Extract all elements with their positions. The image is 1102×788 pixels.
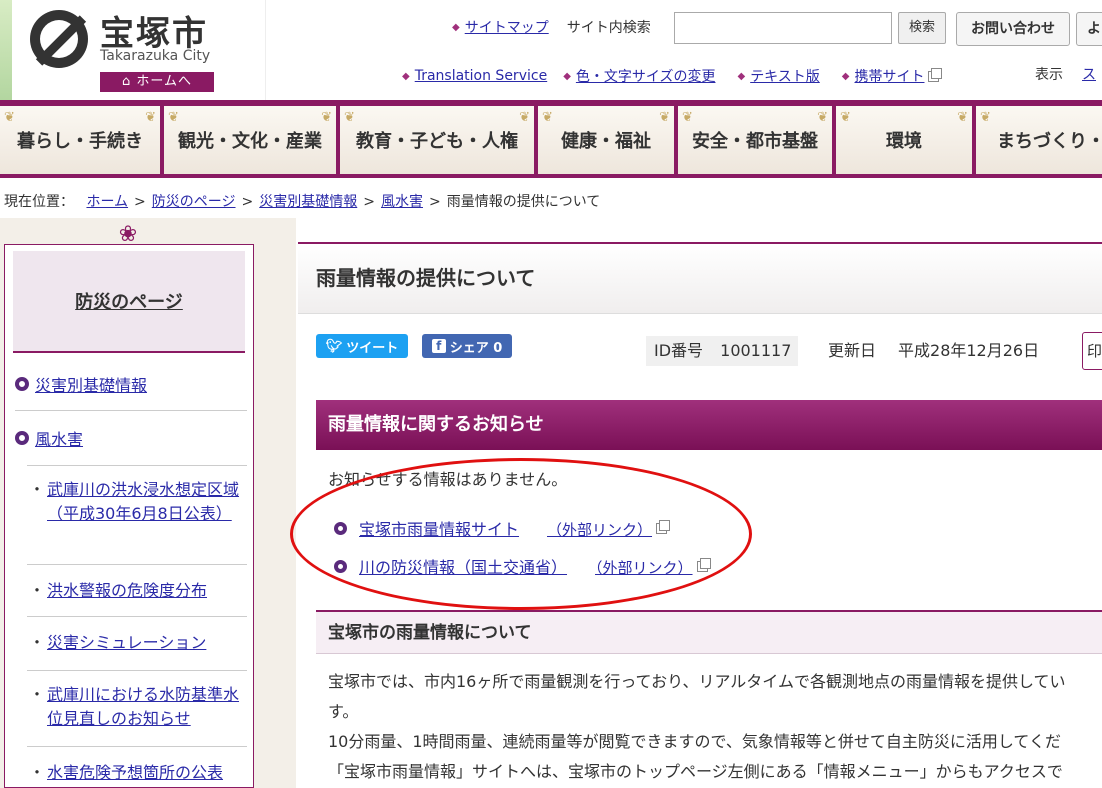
rain-site-link[interactable]: 宝塚市雨量情報サイト （外部リンク） [359, 516, 652, 540]
breadcrumb-flood[interactable]: 風水害 [381, 194, 423, 210]
logo-english-name: Takarazuka City [100, 48, 211, 64]
sidebar-nav: 防災のページ 災害別基礎情報 風水害 武庫川の洪水浸水想定区域（平成30年6月8… [4, 244, 254, 788]
sidebar-item-label[interactable]: 災害別基礎情報 [35, 372, 147, 396]
print-button[interactable]: 印 [1082, 332, 1102, 370]
external-link-icon [928, 67, 943, 82]
breadcrumb-prefix: 現在位置： [4, 194, 74, 210]
ring-bullet-icon [15, 431, 29, 445]
sidebar-subitem-label[interactable]: 災害シミュレーション [47, 633, 206, 652]
section-heading-notices: 雨量情報に関するお知らせ [316, 400, 1102, 450]
gnav-item-tourism[interactable]: 観光・文化・産業 [164, 106, 336, 174]
sidebar-title-link[interactable]: 防災のページ [75, 288, 183, 314]
ring-bullet-icon [334, 521, 347, 535]
site-logo[interactable]: 宝塚市 Takarazuka City ⌂ ホームへ [0, 0, 266, 100]
breadcrumb-separator: > [363, 194, 375, 210]
gnav-item-safety[interactable]: 安全・都市基盤 [678, 106, 832, 174]
display-option-link[interactable]: ス [1082, 60, 1096, 90]
updated-label: 更新日 [828, 341, 877, 360]
diamond-bullet-icon: ◆ [841, 70, 850, 82]
tweet-label: ツイート [346, 340, 399, 356]
global-nav: 暮らし・手続き 観光・文化・産業 教育・子ども・人権 健康・福祉 安全・都市基盤… [0, 100, 1102, 178]
id-value: 1001117 [720, 341, 792, 360]
gnav-item-health[interactable]: 健康・福祉 [538, 106, 674, 174]
sidebar-title: 防災のページ [13, 251, 245, 353]
sidebar-item-disaster-basics[interactable]: 災害別基礎情報 [15, 357, 247, 411]
breadcrumb-separator: > [241, 194, 254, 210]
sidebar-subitem-hazard-areas[interactable]: 水害危険予想箇所の公表 [27, 747, 247, 788]
breadcrumb: 現在位置： ホーム > 防災のページ > 災害別基礎情報 > 風水害 > 雨量情報の提供について [4, 191, 600, 211]
link-river-info[interactable]: 川の防災情報（国土交通省） （外部リンク） [334, 554, 711, 578]
facebook-icon: f [431, 339, 446, 353]
header-decoration [0, 0, 12, 100]
contact-button[interactable]: お問い合わせ [956, 12, 1070, 46]
sidebar-subitem-label[interactable]: 武庫川における水防基準水位見直しのお知らせ [47, 685, 239, 728]
body-paragraph-line: 10分雨量、1時間雨量、連続雨量等が閲覧できますので、気象情報等と併せて自主防災… [328, 732, 1061, 751]
util-text-version: ◆ テキスト版 [737, 66, 819, 86]
breadcrumb-home[interactable]: ホーム [86, 194, 128, 210]
breadcrumb-disaster-basics[interactable]: 災害別基礎情報 [259, 194, 357, 210]
util-translation: ◆ Translation Service [402, 68, 547, 84]
header-button-cutoff[interactable]: よ [1076, 12, 1102, 46]
gnav-item-urban[interactable]: まちづくり・ [976, 106, 1102, 174]
display-toggle-label: 表示 [1026, 60, 1072, 90]
breadcrumb-separator: > [134, 194, 146, 210]
body-paragraph-line: 宝塚市では、市内16ヶ所で雨量観測を行っており、リアルタイムで各観測地点の雨量情… [328, 672, 1066, 691]
body-paragraph-line: 「宝塚市雨量情報」サイトへは、宝塚市のトップページ左側にある「情報メニュー」から… [328, 762, 1063, 781]
gnav-item-education[interactable]: 教育・子ども・人権 [340, 106, 534, 174]
sidebar-subitem-water-level[interactable]: 武庫川における水防基準水位見直しのお知らせ [27, 671, 247, 747]
utility-links: ◆ Translation Service ◆ 色・文字サイズの変更 ◆ テキス… [402, 66, 943, 86]
breadcrumb-separator: > [428, 194, 441, 210]
diamond-bullet-icon: ◆ [737, 70, 746, 82]
search-button[interactable]: 検索 [898, 12, 946, 44]
tweet-button[interactable]: 🐦︎ ツイート [316, 334, 408, 358]
home-icon: ⌂ [121, 74, 137, 89]
link-rain-site[interactable]: 宝塚市雨量情報サイト （外部リンク） [334, 516, 671, 540]
share-label: シェア 0 [449, 340, 503, 356]
page-title: 雨量情報の提供について [298, 244, 1102, 314]
diamond-bullet-icon: ◆ [402, 70, 410, 82]
sidebar-item-label[interactable]: 風水害 [35, 426, 83, 450]
external-link-icon [656, 519, 671, 534]
sidebar-subitem-flood-warning[interactable]: 洪水警報の危険度分布 [27, 565, 247, 617]
sitemap-row: ◆ サイトマップ サイト内検索 [452, 17, 651, 37]
breadcrumb-current: 雨量情報の提供について [446, 194, 601, 210]
main-content: 雨量情報の提供について 🐦︎ ツイート f シェア 0 ID番号 1001117… [290, 242, 1102, 788]
sidebar-subitem-label[interactable]: 水害危険予想箇所の公表 [47, 763, 223, 782]
sitemap-link[interactable]: サイトマップ [465, 17, 549, 37]
home-button-label: ホームへ [136, 74, 192, 89]
util-mobile-site: ◆ 携帯サイト [841, 66, 943, 86]
text-version-link[interactable]: テキスト版 [750, 66, 820, 86]
section-heading-rain-info: 宝塚市の雨量情報について [316, 610, 1102, 654]
search-label: サイト内検索 [566, 20, 651, 36]
no-notice-text: お知らせする情報はありません。 [328, 470, 568, 489]
updated-value: 平成28年12月26日 [898, 341, 1040, 360]
ring-bullet-icon [334, 559, 347, 573]
diamond-bullet-icon: ◆ [563, 70, 571, 82]
util-color-font: ◆ 色・文字サイズの変更 [563, 66, 715, 86]
sidebar-subitem-mukogawa-flood[interactable]: 武庫川の洪水浸水想定区域（平成30年6月8日公表） [27, 465, 247, 565]
translation-link[interactable]: Translation Service [415, 68, 547, 84]
color-font-size-link[interactable]: 色・文字サイズの変更 [576, 66, 716, 86]
gnav-item-environment[interactable]: 環境 [836, 106, 972, 174]
sidebar-item-flood[interactable]: 風水害 [15, 411, 247, 465]
gnav-item-living[interactable]: 暮らし・手続き [0, 106, 160, 174]
sidebar-subitem-label[interactable]: 武庫川の洪水浸水想定区域（平成30年6月8日公表） [47, 480, 239, 523]
site-search-input[interactable] [674, 12, 892, 44]
id-label: ID番号 [654, 341, 704, 360]
body-paragraph-line: す。 [328, 702, 359, 721]
twitter-bird-icon: 🐦︎ [325, 338, 343, 354]
mobile-site-link[interactable]: 携帯サイト [854, 66, 924, 86]
sidebar-subitem-label[interactable]: 洪水警報の危険度分布 [47, 581, 207, 600]
facebook-share-button[interactable]: f シェア 0 [422, 334, 512, 358]
page-id-box: ID番号 1001117 [646, 336, 798, 366]
external-link-icon [696, 557, 711, 572]
home-button[interactable]: ⌂ ホームへ [100, 72, 214, 92]
river-info-link[interactable]: 川の防災情報（国土交通省） （外部リンク） [359, 554, 693, 578]
sidebar-subitem-simulation[interactable]: 災害シミュレーション [27, 617, 247, 671]
diamond-bullet-icon: ◆ [452, 21, 460, 33]
updated-date: 更新日 平成28年12月26日 [828, 336, 1039, 366]
ring-bullet-icon [15, 376, 29, 391]
breadcrumb-disaster-page[interactable]: 防災のページ [152, 194, 236, 210]
